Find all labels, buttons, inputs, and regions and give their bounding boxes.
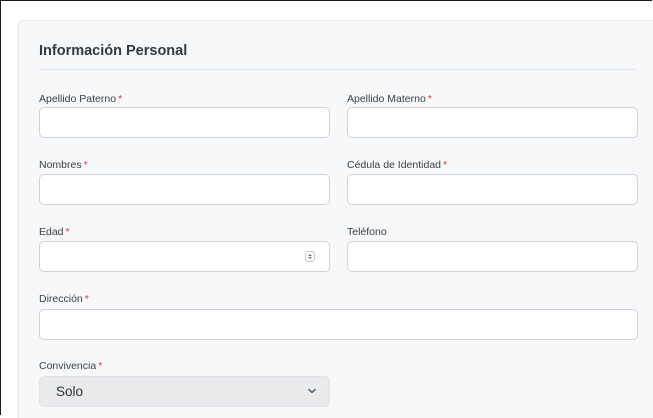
apellido-materno-label: Apellido Materno * bbox=[347, 93, 432, 105]
nombres-label: Nombres * bbox=[39, 159, 88, 171]
chevron-down-icon bbox=[308, 388, 316, 394]
required-marker: * bbox=[118, 93, 123, 105]
nombres-input[interactable] bbox=[39, 174, 330, 205]
edad-label: Edad * bbox=[39, 226, 70, 238]
direccion-label-text: Dirección bbox=[39, 293, 83, 305]
direccion-label: Dirección * bbox=[39, 293, 89, 305]
direccion-input[interactable] bbox=[39, 309, 638, 340]
apellido-paterno-input[interactable] bbox=[39, 107, 330, 138]
window-frame: Información Personal Apellido Paterno * A… bbox=[0, 0, 653, 418]
section-title: Información Personal bbox=[39, 43, 188, 59]
required-marker: * bbox=[65, 226, 70, 238]
edad-label-text: Edad bbox=[39, 226, 64, 238]
cedula-label: Cédula de Identidad * bbox=[347, 159, 447, 171]
convivencia-label: Convivencia * bbox=[39, 360, 102, 372]
apellido-paterno-label: Apellido Paterno * bbox=[39, 93, 122, 105]
convivencia-label-text: Convivencia bbox=[39, 360, 97, 372]
required-marker: * bbox=[83, 159, 88, 171]
cedula-input[interactable] bbox=[347, 174, 638, 205]
section-divider bbox=[39, 69, 636, 70]
cedula-label-text: Cédula de Identidad bbox=[347, 159, 441, 171]
apellido-paterno-label-text: Apellido Paterno bbox=[39, 93, 117, 105]
apellido-materno-label-text: Apellido Materno bbox=[347, 93, 426, 105]
required-marker: * bbox=[84, 293, 89, 305]
required-marker: * bbox=[98, 360, 103, 372]
personal-info-card: Información Personal Apellido Paterno * A… bbox=[18, 20, 653, 418]
telefono-input[interactable] bbox=[347, 241, 638, 272]
required-marker: * bbox=[427, 93, 432, 105]
convivencia-selected-value: Solo bbox=[56, 384, 84, 399]
spinner-up-arrow[interactable] bbox=[308, 254, 312, 256]
required-marker: * bbox=[443, 159, 448, 171]
nombres-label-text: Nombres bbox=[39, 159, 82, 171]
edad-input[interactable] bbox=[39, 241, 330, 272]
spinner-icon[interactable] bbox=[305, 251, 315, 262]
spinner-down-arrow[interactable] bbox=[308, 257, 312, 259]
telefono-label: Teléfono bbox=[347, 226, 387, 238]
apellido-materno-input[interactable] bbox=[347, 107, 638, 138]
convivencia-select[interactable]: Solo bbox=[39, 376, 330, 407]
telefono-label-text: Teléfono bbox=[347, 226, 387, 238]
